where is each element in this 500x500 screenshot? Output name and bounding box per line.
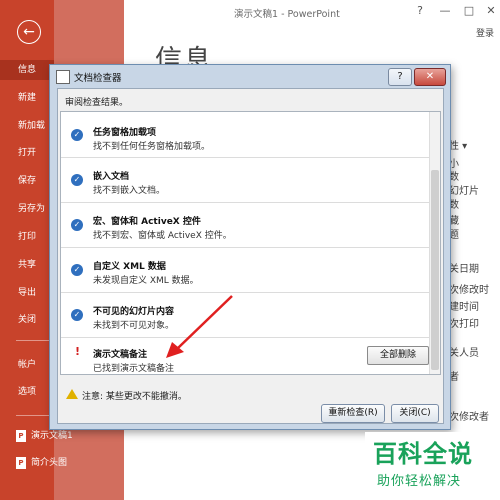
watermark-title: 百科全说 bbox=[373, 440, 473, 468]
watermark-logo: 百科全说 助你轻松解决 bbox=[365, 432, 495, 494]
annotation-arrow-icon bbox=[166, 295, 233, 358]
watermark-subtitle: 助你轻松解决 bbox=[377, 474, 462, 489]
